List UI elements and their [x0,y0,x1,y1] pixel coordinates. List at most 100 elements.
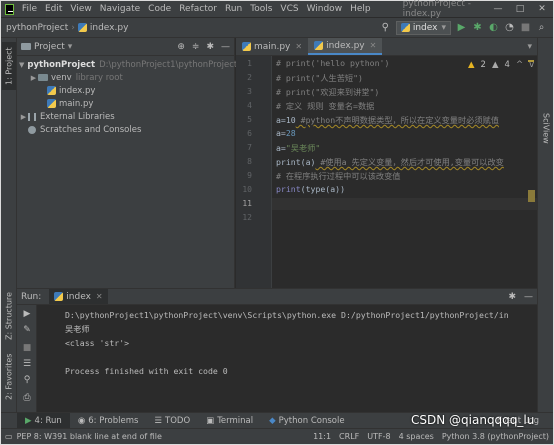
tab-main-py[interactable]: main.py ✕ [236,38,308,55]
stop-icon[interactable]: ■ [21,343,33,355]
rerun-icon[interactable]: ▶ [21,309,33,321]
line-number: 8 [247,157,252,166]
breadcrumb-file[interactable]: index.py [76,23,131,33]
tab-problems[interactable]: ◉ 6: Problems [70,413,147,429]
navigation-bar: pythonProject › index.py ⚲ index ▾ ▶ ✱ ◐… [1,18,553,38]
tree-item-index[interactable]: index.py [17,84,234,97]
line-number: 9 [247,171,252,180]
menu-edit[interactable]: Edit [41,4,66,14]
code-editor[interactable]: # print('hello python') # print("人生苦短") … [272,56,537,288]
sciview-tool-tab[interactable]: SciView [539,108,553,148]
favorites-tool-tab[interactable]: 2: Favorites [2,350,16,404]
run-tab-index[interactable]: index ✕ [49,289,108,304]
breadcrumb-project[interactable]: pythonProject [1,23,70,33]
tree-venv-note: library root [75,72,123,83]
python-interpreter[interactable]: Python 3.8 (pythonProject) [442,432,549,441]
project-panel-title: Project [34,41,65,52]
locate-icon[interactable]: ⊕ [177,42,185,52]
weak-warning-icon: ▲ [491,60,499,70]
scrollbar-marker[interactable] [528,190,535,202]
menu-navigate[interactable]: Navigate [96,4,144,14]
layout-icon[interactable]: ☰ [21,359,33,371]
menu-view[interactable]: View [66,4,95,14]
menu-vcs[interactable]: VCS [276,4,302,14]
chevron-down-icon: ▾ [441,22,446,33]
indent-setting[interactable]: 4 spaces [399,432,434,441]
code-function: print [276,184,301,194]
line-number: 6 [247,129,252,138]
close-window-button[interactable]: ✕ [531,4,553,14]
vcs-user-icon[interactable]: ⚲ [380,22,391,33]
tree-item-main[interactable]: main.py [17,97,234,110]
tab-todo[interactable]: ☰ TODO [146,413,198,429]
project-panel: Project ▾ ⊕ ≑ ✱ — ▼ pythonProject D:\pyt… [17,38,237,288]
menu-tools[interactable]: Tools [246,4,276,14]
chevron-down-icon: ▾ [67,41,73,52]
maximize-button[interactable]: □ [509,4,531,14]
tree-file-main: main.py [59,98,94,109]
console-line: D:\pythonProject1\pythonProject\venv\Scr… [65,310,509,320]
tab-python-console[interactable]: ◆ Python Console [261,413,352,429]
code-assign: a=10 [276,115,296,125]
editor-tab-bar: main.py ✕ index.py ✕ ▾ [236,38,537,56]
print-icon[interactable]: ⎙ [21,393,33,405]
tree-item-scratches[interactable]: Scratches and Consoles [17,123,234,136]
code-line-7: a="吴老师" [276,142,320,154]
breadcrumb-file-label: index.py [89,22,129,33]
python-console-icon: ◆ [269,415,276,426]
tree-item-root[interactable]: ▼ pythonProject D:\pythonProject1\python… [17,58,237,71]
structure-tool-tab[interactable]: Z: Structure [2,290,16,342]
hide-panel-icon[interactable]: — [221,42,230,52]
project-view-selector[interactable]: Project ▾ [21,42,72,52]
chevron-up-icon[interactable]: ^ [516,60,523,70]
tab-terminal[interactable]: ▣ Terminal [198,413,261,429]
coverage-icon[interactable]: ◐ [488,22,499,33]
menu-code[interactable]: Code [144,4,175,14]
minimize-button[interactable]: — [487,4,509,14]
tab-problems-label: 6: Problems [88,415,139,426]
caret-position[interactable]: 11:1 [313,432,331,441]
menu-file[interactable]: File [18,4,41,14]
python-file-icon [54,292,64,301]
inspection-widget[interactable]: ▲ 2 ▲ 4 ^ v [468,60,534,70]
file-encoding[interactable]: UTF-8 [367,432,390,441]
gear-icon[interactable]: ✱ [508,292,516,302]
console-line: <class 'str'> [65,338,130,348]
run-console-output[interactable]: D:\pythonProject1\pythonProject\venv\Scr… [37,305,537,412]
stop-icon[interactable]: ■ [520,22,531,33]
tab-list-icon[interactable]: ▾ [522,42,537,55]
tree-item-external-libraries[interactable]: ▶ External Libraries [17,110,234,123]
collapse-all-icon[interactable]: ≑ [192,42,200,52]
tab-run[interactable]: ▶ 4: Run [17,412,70,429]
menu-window[interactable]: Window [303,4,347,14]
gear-icon[interactable]: ✱ [206,42,214,52]
run-config-selector[interactable]: index ▾ [395,20,451,35]
status-message: PEP 8: W391 blank line at end of file [16,432,162,441]
close-icon[interactable]: ✕ [370,41,377,50]
debug-icon[interactable]: ✱ [472,22,483,33]
error-stripe-marker[interactable] [528,60,534,62]
project-tool-tab[interactable]: 1: Project [2,42,16,90]
profile-icon[interactable]: ◔ [504,22,515,33]
line-separator[interactable]: CRLF [339,432,359,441]
tree-root-name: pythonProject [27,59,96,70]
code-comment: #python不声明数据类型，所以在定义变量时必须赋值 [295,115,499,125]
close-icon[interactable]: ✕ [295,42,302,51]
run-icon[interactable]: ▶ [456,22,467,33]
menu-run[interactable]: Run [221,4,246,14]
tree-item-venv[interactable]: ▶ venv library root [17,71,234,84]
code-assign: a= [276,143,286,153]
menu-help[interactable]: Help [346,4,375,14]
menu-refactor[interactable]: Refactor [175,4,221,14]
hide-panel-icon[interactable]: — [524,292,533,302]
line-number: 5 [247,115,252,124]
search-icon[interactable]: ⌕ [536,22,547,33]
wrench-icon[interactable]: ✎ [21,325,33,337]
tab-index-py-label: index.py [326,40,365,51]
project-panel-header: Project ▾ ⊕ ≑ ✱ — [17,38,234,56]
close-icon[interactable]: ✕ [96,292,103,301]
pin-icon[interactable]: ⚲ [21,375,33,387]
status-toggle-icon[interactable]: ▭ [5,432,13,441]
line-number: 3 [247,87,252,96]
tab-index-py[interactable]: index.py ✕ [308,38,383,55]
